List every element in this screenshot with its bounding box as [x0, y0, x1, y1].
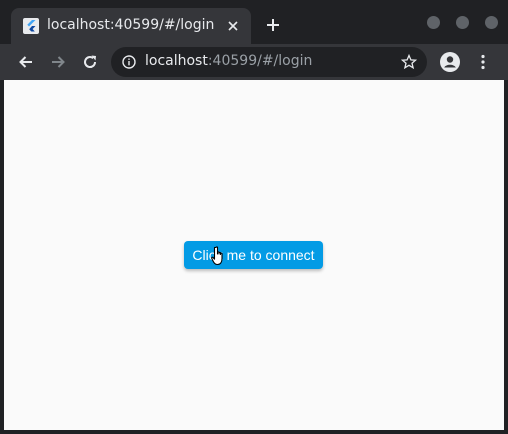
url-text: localhost:40599/#/login	[145, 53, 312, 69]
page-viewport: Click me to connect	[4, 80, 504, 430]
tab-title: localhost:40599/#/login	[47, 17, 215, 33]
url-host: localhost	[145, 53, 208, 69]
browser-toolbar: localhost:40599/#/login	[0, 44, 508, 80]
window-maximize-button[interactable]	[456, 16, 469, 29]
profile-avatar-icon[interactable]	[440, 52, 460, 72]
new-tab-icon[interactable]	[264, 16, 282, 34]
hand-cursor-icon	[211, 246, 223, 266]
forward-arrow-icon[interactable]	[49, 53, 67, 71]
browser-tab[interactable]: localhost:40599/#/login	[11, 8, 251, 44]
tab-strip: localhost:40599/#/login	[0, 0, 508, 44]
bookmark-star-icon[interactable]	[401, 54, 417, 70]
window-close-button[interactable]	[485, 16, 498, 29]
back-arrow-icon[interactable]	[17, 53, 35, 71]
close-tab-icon[interactable]	[226, 19, 240, 33]
info-icon[interactable]	[122, 55, 136, 69]
flutter-favicon-icon	[23, 18, 39, 34]
window-minimize-button[interactable]	[427, 16, 440, 29]
menu-kebab-icon[interactable]	[474, 53, 492, 71]
connect-button[interactable]: Click me to connect	[184, 241, 323, 269]
url-path: :40599/#/login	[207, 53, 313, 69]
reload-icon[interactable]	[81, 53, 99, 71]
address-bar[interactable]: localhost:40599/#/login	[111, 47, 427, 77]
